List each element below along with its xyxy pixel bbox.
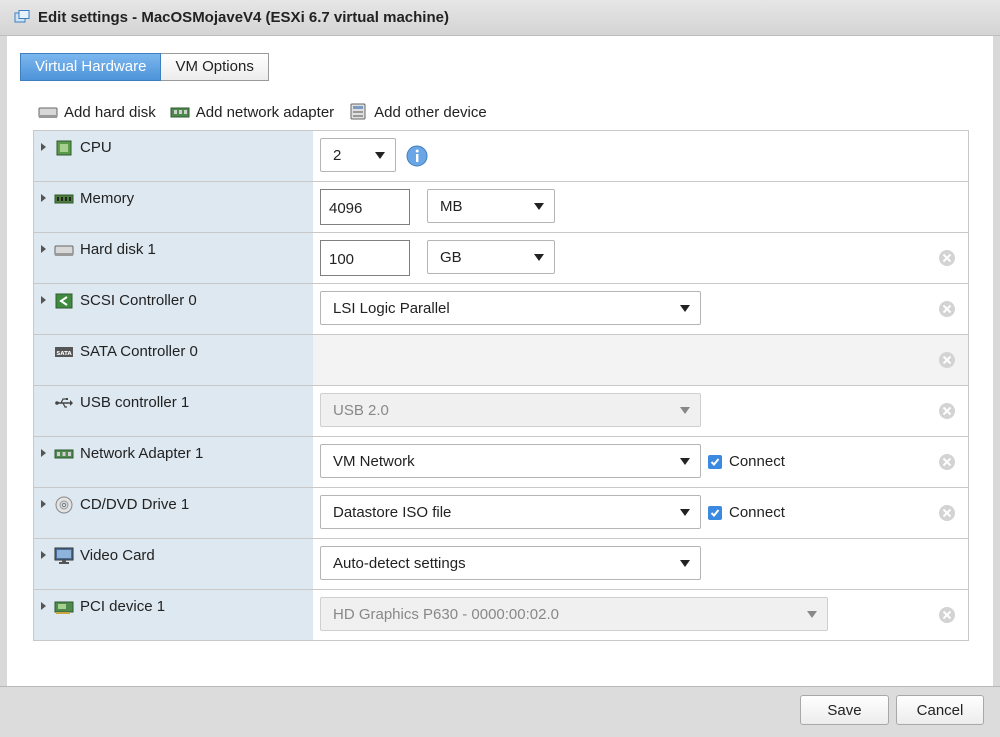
usb-icon — [55, 398, 73, 408]
chevron-down-icon — [534, 254, 544, 261]
remove-sata-icon[interactable] — [938, 351, 956, 369]
chevron-down-icon — [375, 152, 385, 159]
window-title: Edit settings - MacOSMojaveV4 (ESXi 6.7 … — [38, 9, 449, 26]
usb-label: USB controller 1 — [80, 394, 190, 411]
remove-cd-dvd-icon[interactable] — [938, 504, 956, 522]
pci-device-row: PCI device 1 HD Graphics P630 - 0000:00:… — [34, 590, 968, 641]
video-settings-select[interactable]: Auto-detect settings — [320, 546, 701, 580]
hard-disk-unit-select[interactable]: GB — [427, 240, 555, 274]
network-adapter-icon — [170, 107, 190, 118]
tab-virtual-hardware[interactable]: Virtual Hardware — [20, 53, 162, 81]
checkmark-icon — [708, 454, 722, 469]
remove-network-icon[interactable] — [938, 453, 956, 471]
hard-disk-label: Hard disk 1 — [80, 241, 156, 258]
chevron-down-icon — [680, 560, 690, 567]
add-network-adapter-button[interactable]: Add network adapter — [170, 104, 334, 121]
memory-size-input[interactable]: 4096 — [320, 189, 410, 225]
info-icon[interactable] — [406, 145, 428, 167]
dialog-footer: Save Cancel — [0, 686, 1000, 737]
cpu-label: CPU — [80, 139, 112, 156]
cd-dvd-icon — [55, 496, 73, 514]
remove-scsi-icon[interactable] — [938, 300, 956, 318]
cd-dvd-connect-label: Connect — [729, 504, 785, 521]
memory-row: Memory 4096 MB — [34, 182, 968, 233]
hard-disk-size-input[interactable]: 100 — [320, 240, 410, 276]
memory-icon — [54, 194, 74, 204]
usb-controller-row: USB controller 1 USB 2.0 — [34, 386, 968, 437]
cancel-button[interactable]: Cancel — [896, 695, 984, 725]
hard-disk-icon — [38, 107, 58, 118]
scsi-controller-row: SCSI Controller 0 LSI Logic Parallel — [34, 284, 968, 335]
cpu-icon — [56, 140, 72, 156]
cd-dvd-connect-checkbox[interactable]: Connect — [708, 504, 785, 521]
hard-disk-row: Hard disk 1 100 GB — [34, 233, 968, 284]
video-label: Video Card — [80, 547, 155, 564]
cd-dvd-row: CD/DVD Drive 1 Datastore ISO file Connec… — [34, 488, 968, 539]
monitor-icon — [54, 547, 74, 564]
network-connect-label: Connect — [729, 453, 785, 470]
video-card-row: Video Card Auto-detect settings — [34, 539, 968, 590]
cpu-expand-arrow[interactable] — [41, 143, 46, 151]
sata-controller-row: SATA SATA Controller 0 — [34, 335, 968, 386]
device-toolbar: Add hard disk Add network adapter Add ot… — [38, 101, 501, 123]
add-other-device-button[interactable]: Add other device — [348, 103, 487, 121]
remove-usb-icon[interactable] — [938, 402, 956, 420]
pci-expand-arrow[interactable] — [41, 602, 46, 610]
add-other-device-label: Add other device — [374, 103, 487, 121]
pci-device-select: HD Graphics P630 - 0000:00:02.0 — [320, 597, 828, 631]
scsi-type-select[interactable]: LSI Logic Parallel — [320, 291, 701, 325]
scsi-expand-arrow[interactable] — [41, 296, 46, 304]
memory-expand-arrow[interactable] — [41, 194, 46, 202]
memory-unit-select[interactable]: MB — [427, 189, 555, 223]
title-bar: Edit settings - MacOSMojaveV4 (ESXi 6.7 … — [0, 0, 1000, 36]
add-hard-disk-label: Add hard disk — [64, 103, 156, 121]
window-frame-left — [0, 36, 7, 686]
network-adapter-row: Network Adapter 1 VM Network Connect — [34, 437, 968, 488]
vm-window-icon — [14, 10, 30, 23]
chevron-down-icon — [680, 458, 690, 465]
sata-icon: SATA — [55, 347, 73, 357]
remove-pci-icon[interactable] — [938, 606, 956, 624]
pci-label: PCI device 1 — [80, 598, 166, 615]
network-label: Network Adapter 1 — [80, 445, 204, 462]
network-adapter-icon — [54, 449, 74, 459]
virtual-hardware-table: CPU 2 Memory 4096 MB Hard disk 1 100 GB … — [33, 130, 969, 641]
tab-bar: Virtual Hardware VM Options — [20, 53, 269, 81]
remove-hard-disk-icon[interactable] — [938, 249, 956, 267]
cpu-count-select[interactable]: 2 — [320, 138, 396, 172]
tab-vm-options[interactable]: VM Options — [161, 53, 269, 81]
pci-card-icon — [54, 601, 74, 614]
save-button[interactable]: Save — [800, 695, 889, 725]
chevron-down-icon — [680, 407, 690, 414]
hard-disk-expand-arrow[interactable] — [41, 245, 46, 253]
chevron-down-icon — [680, 305, 690, 312]
add-network-adapter-label: Add network adapter — [195, 103, 335, 121]
cd-dvd-source-select[interactable]: Datastore ISO file — [320, 495, 701, 529]
checkmark-icon — [708, 505, 722, 520]
network-connect-checkbox[interactable]: Connect — [708, 453, 785, 470]
memory-label: Memory — [80, 190, 135, 207]
add-hard-disk-button[interactable]: Add hard disk — [38, 104, 156, 121]
cd-dvd-expand-arrow[interactable] — [41, 500, 46, 508]
sata-label: SATA Controller 0 — [80, 343, 198, 360]
chevron-down-icon — [534, 203, 544, 210]
video-expand-arrow[interactable] — [41, 551, 46, 559]
device-stack-icon — [350, 103, 366, 120]
svg-text:SATA: SATA — [56, 351, 72, 357]
network-select[interactable]: VM Network — [320, 444, 701, 478]
cpu-row: CPU 2 — [34, 131, 968, 182]
window-frame-right — [993, 36, 1000, 686]
chevron-down-icon — [680, 509, 690, 516]
hard-disk-icon — [54, 245, 74, 256]
network-expand-arrow[interactable] — [41, 449, 46, 457]
usb-version-select: USB 2.0 — [320, 393, 701, 427]
chevron-down-icon — [807, 611, 817, 618]
cd-dvd-label: CD/DVD Drive 1 — [80, 496, 190, 513]
scsi-icon — [55, 293, 73, 309]
scsi-label: SCSI Controller 0 — [80, 292, 197, 309]
